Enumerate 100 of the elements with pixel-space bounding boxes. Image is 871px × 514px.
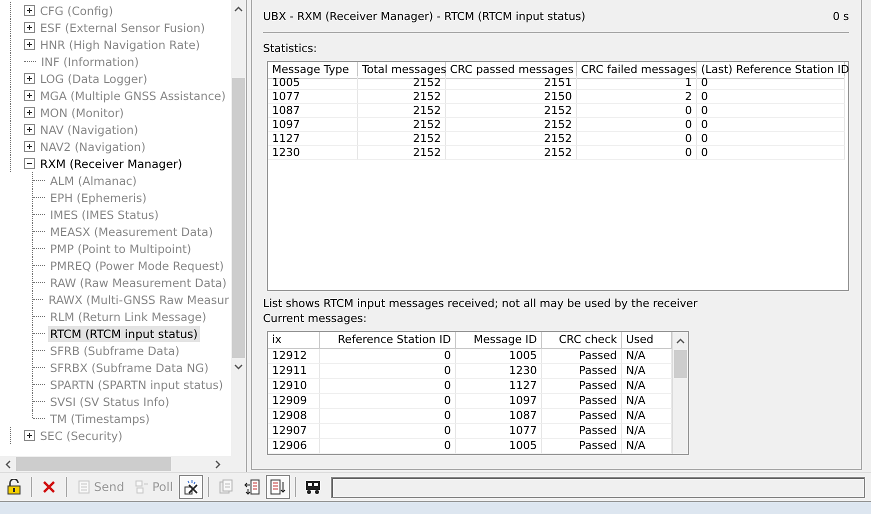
expand-icon[interactable] <box>24 39 35 50</box>
tree-item[interactable]: PMREQ (Power Mode Request) <box>48 258 226 274</box>
scroll-up-icon[interactable] <box>234 6 243 12</box>
tree-item[interactable]: SPARTN (SPARTN input status) <box>48 376 226 392</box>
table-cell: 1097 <box>456 394 542 409</box>
document-icon <box>76 479 92 496</box>
table-cell: 12910 <box>268 379 320 394</box>
tree-item[interactable]: IMES (IMES Status) <box>48 206 161 222</box>
table-cell: 0 <box>697 146 845 160</box>
tree-item[interactable]: ESF (External Sensor Fusion) <box>38 20 208 36</box>
tree-item[interactable]: CFG (Config) <box>38 2 116 18</box>
table-cell: 12908 <box>268 409 320 424</box>
tree-item[interactable]: SVSI (SV Status Info) <box>48 394 172 410</box>
table-cell: 0 <box>697 132 845 146</box>
column-header[interactable]: Message Type <box>268 62 358 79</box>
tree-item[interactable]: RTCM (RTCM input status) <box>48 326 200 342</box>
tree-item[interactable]: RXM (Receiver Manager) <box>38 156 184 172</box>
close-icon <box>41 479 57 496</box>
table-cell: 0 <box>577 104 697 118</box>
section-label: Current messages: <box>263 312 368 327</box>
expand-icon[interactable] <box>24 22 35 33</box>
column-header[interactable]: CRC passed messages <box>446 62 577 79</box>
tree-item[interactable]: INF (Information) <box>39 54 141 70</box>
table-cell: Passed <box>542 379 622 394</box>
table-cell: 1097 <box>268 118 358 132</box>
scrollbar-thumb[interactable] <box>674 350 687 378</box>
scrollbar-thumb[interactable] <box>232 78 245 358</box>
table-cell: 1 <box>577 76 697 90</box>
table-cell: 2152 <box>358 118 446 132</box>
tree-item[interactable]: SFRB (Subframe Data) <box>48 342 182 358</box>
scroll-up-icon[interactable] <box>676 338 685 344</box>
tree-item[interactable]: RLM (Return Link Message) <box>48 308 208 324</box>
column-header[interactable]: Total messages <box>358 62 446 79</box>
table-cell: 0 <box>320 364 456 379</box>
table-cell: 1005 <box>456 349 542 364</box>
table-cell: Passed <box>542 439 622 454</box>
device-icon <box>305 479 322 496</box>
expand-icon[interactable] <box>24 141 35 152</box>
tree-item[interactable]: NAV2 (Navigation) <box>38 138 148 154</box>
tree-item[interactable]: NAV (Navigation) <box>38 122 140 138</box>
tree-item[interactable]: SFRBX (Subframe Data NG) <box>48 360 211 376</box>
table-cell: 2 <box>577 90 697 104</box>
tree-item[interactable]: MON (Monitor) <box>38 104 126 120</box>
scrollbar-thumb[interactable] <box>16 457 171 472</box>
table-cell: 0 <box>697 76 845 90</box>
expand-icon[interactable] <box>24 90 35 101</box>
table-cell: 0 <box>320 394 456 409</box>
table-cell: 1127 <box>268 132 358 146</box>
toolbar-icon[interactable] <box>266 475 290 500</box>
tree-item[interactable]: TM (Timestamps) <box>48 410 152 426</box>
table-cell: 2152 <box>446 118 577 132</box>
tree-item[interactable]: EPH (Ephemeris) <box>48 190 149 206</box>
column-header[interactable]: Reference Station ID <box>320 332 456 349</box>
tree-item[interactable]: LOG (Data Logger) <box>38 70 150 86</box>
table-cell: 1005 <box>456 439 542 454</box>
expand-icon[interactable] <box>24 5 35 16</box>
table-cell: Passed <box>542 349 622 364</box>
table-cell: 2151 <box>446 76 577 90</box>
table-cell: 1005 <box>268 76 358 90</box>
tree-item[interactable]: MGA (Multiple GNSS Assistance) <box>38 88 228 104</box>
tree-item[interactable]: MEASX (Measurement Data) <box>48 224 215 240</box>
tree-item[interactable]: PMP (Point to Multipoint) <box>48 240 194 256</box>
table-cell: 2152 <box>358 146 446 160</box>
forms-icon <box>134 479 150 496</box>
export-icon <box>270 479 286 496</box>
column-header[interactable]: CRC failed messages <box>577 62 697 79</box>
expand-icon[interactable] <box>24 430 35 441</box>
expand-icon[interactable] <box>24 73 35 84</box>
scroll-down-icon[interactable] <box>234 364 243 370</box>
column-header[interactable]: CRC check <box>542 332 622 349</box>
table-cell: 1230 <box>456 364 542 379</box>
table-cell: 0 <box>320 379 456 394</box>
table-cell: 1087 <box>456 409 542 424</box>
tree-item[interactable]: SEC (Security) <box>38 428 124 444</box>
scroll-right-icon[interactable] <box>215 460 221 469</box>
scroll-left-icon[interactable] <box>5 460 11 469</box>
table-cell: 12907 <box>268 424 320 439</box>
table-cell: 0 <box>577 132 697 146</box>
table-cell: 2152 <box>358 76 446 90</box>
table-cell: 2152 <box>358 104 446 118</box>
table-cell: 2150 <box>446 90 577 104</box>
table-cell: 2152 <box>446 146 577 160</box>
toolbar-icon[interactable] <box>179 475 204 500</box>
tree-item[interactable]: RAWX (Multi-GNSS Raw Measur <box>46 292 231 308</box>
info-text: List shows RTCM input messages received; not all may be used by the receiver <box>263 297 699 312</box>
column-header[interactable]: ix <box>268 332 320 349</box>
table-cell: 0 <box>577 146 697 160</box>
table-cell: Passed <box>542 364 622 379</box>
column-header[interactable]: Message ID <box>456 332 542 349</box>
table-cell: 1230 <box>268 146 358 160</box>
table-cell: 12906 <box>268 439 320 454</box>
tree-item[interactable]: ALM (Almanac) <box>48 172 139 188</box>
table-cell: 2152 <box>358 132 446 146</box>
expand-icon[interactable] <box>24 107 35 118</box>
table-cell: Passed <box>542 424 622 439</box>
collapse-icon[interactable] <box>24 158 35 169</box>
tree-item[interactable]: RAW (Raw Measurement Data) <box>48 274 229 290</box>
tree-item[interactable]: HNR (High Navigation Rate) <box>38 36 202 52</box>
table-cell: 0 <box>320 349 456 364</box>
expand-icon[interactable] <box>24 124 35 135</box>
